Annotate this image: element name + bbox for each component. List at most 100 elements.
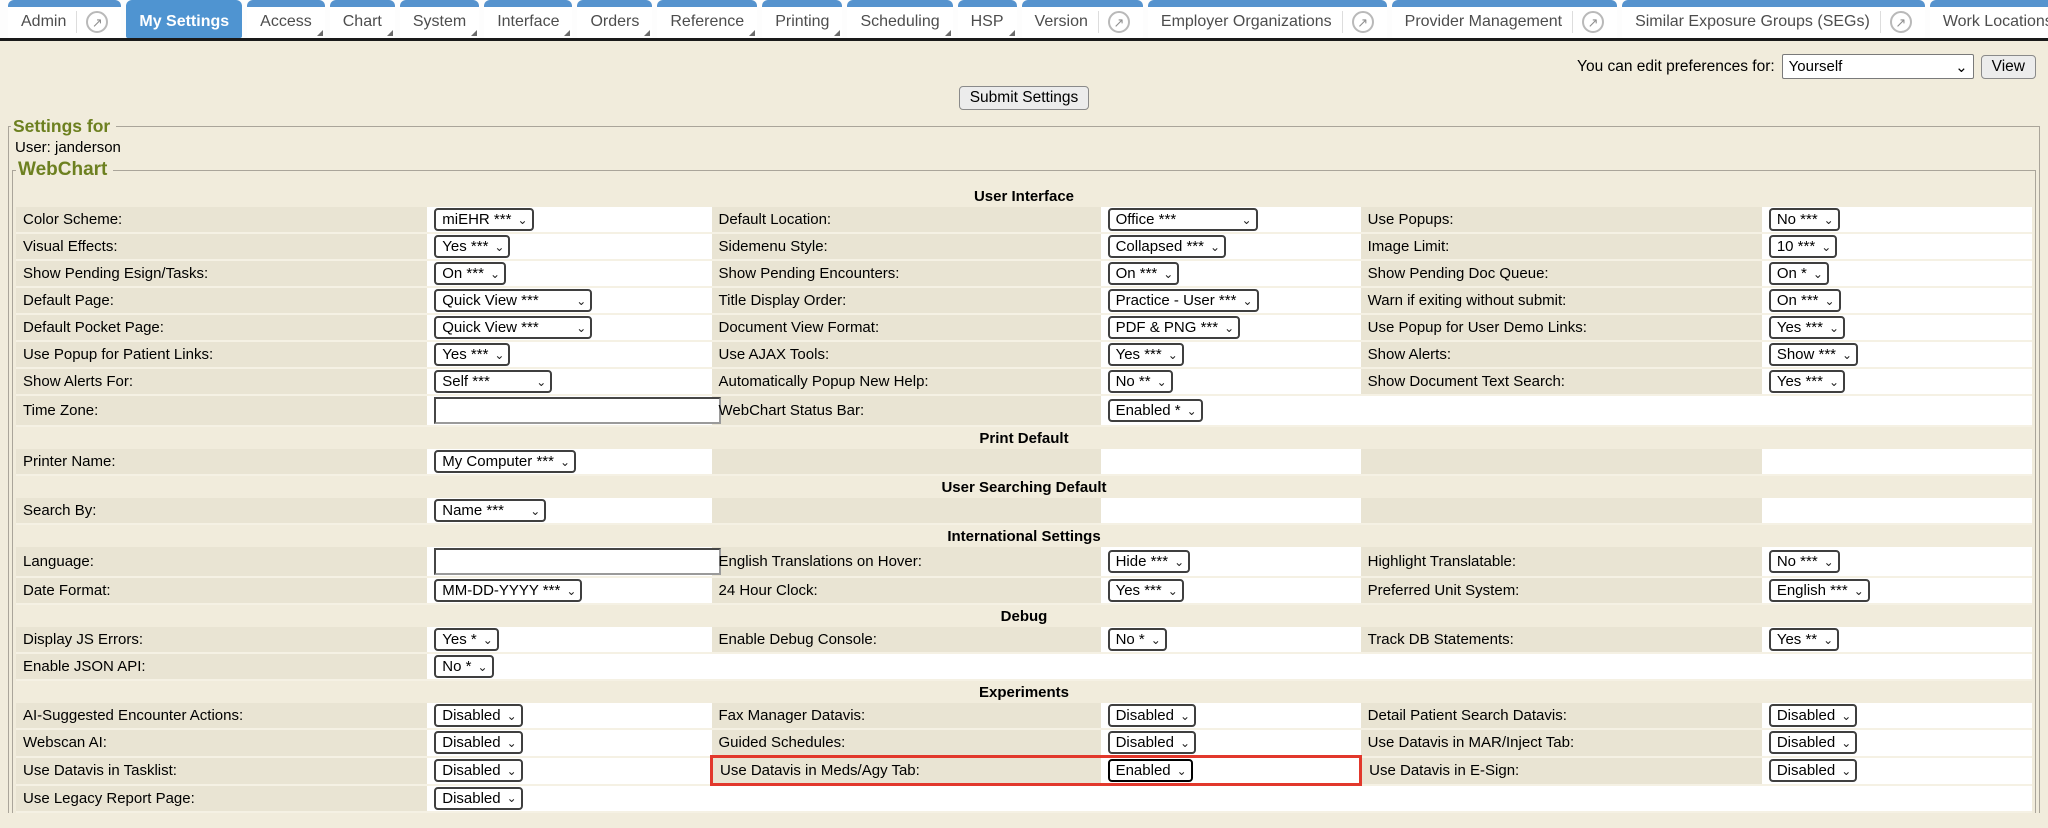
user-line: User: janderson (11, 137, 2037, 159)
time-zone-input[interactable] (434, 397, 721, 424)
tab-access[interactable]: Access (247, 0, 325, 38)
color-scheme-select[interactable]: miEHR ***⌄ (434, 208, 533, 231)
select-value: Yes *** (1116, 346, 1162, 363)
use-popup-for-user-demo-links-select[interactable]: Yes ***⌄ (1769, 316, 1845, 339)
search-by-select[interactable]: Name ***⌄ (434, 499, 546, 522)
tab-employer-organizations[interactable]: Employer Organizations↗ (1148, 0, 1387, 38)
settings-table: User InterfaceColor Scheme:miEHR ***⌄Def… (16, 185, 2032, 813)
control-cell: Practice - User ***⌄ (1101, 287, 1361, 314)
open-popup-icon[interactable]: ↗ (86, 11, 108, 33)
tab-hsp[interactable]: HSP (958, 0, 1017, 38)
detail-patient-search-datavis-select[interactable]: Disabled⌄ (1769, 704, 1857, 727)
use-datavis-in-meds-agy-tab-select[interactable]: Enabled⌄ (1108, 759, 1193, 782)
image-limit-select[interactable]: 10 ***⌄ (1769, 235, 1837, 258)
settings-row: Use Legacy Report Page:Disabled⌄ (16, 785, 2032, 812)
select-value: No ** (1116, 373, 1151, 390)
sidemenu-style-select[interactable]: Collapsed ***⌄ (1108, 235, 1226, 258)
control-cell: Yes ***⌄ (427, 341, 711, 368)
show-pending-esign-tasks-select[interactable]: On ***⌄ (434, 262, 506, 285)
tab-provider-management[interactable]: Provider Management↗ (1392, 0, 1617, 38)
enable-json-api-select[interactable]: No *⌄ (434, 655, 493, 678)
popup-icon-wrap: ↗ (1572, 11, 1604, 33)
chevron-down-icon: ⌄ (566, 584, 576, 598)
use-popups-select[interactable]: No ***⌄ (1769, 208, 1840, 231)
date-format-select[interactable]: MM-DD-YYYY ***⌄ (434, 579, 582, 602)
use-datavis-in-e-sign-select[interactable]: Disabled⌄ (1769, 759, 1857, 782)
control-cell: Disabled⌄ (1762, 757, 2032, 785)
tab-orders[interactable]: Orders (577, 0, 652, 38)
highlight-translatable-select[interactable]: No ***⌄ (1769, 550, 1840, 573)
empty-label-cell (1361, 449, 1762, 475)
use-popup-for-patient-links-label: Use Popup for Patient Links: (16, 341, 427, 368)
tab-admin[interactable]: Admin↗ (8, 0, 121, 38)
preferences-for-select[interactable]: Yourself ⌄ (1782, 54, 1974, 79)
show-pending-encounters-select[interactable]: On ***⌄ (1108, 262, 1180, 285)
default-pocket-page-select[interactable]: Quick View ***⌄ (434, 316, 592, 339)
enable-debug-console-select[interactable]: No *⌄ (1108, 628, 1167, 651)
open-popup-icon[interactable]: ↗ (1108, 11, 1130, 33)
show-pending-doc-queue-select[interactable]: On *⌄ (1769, 262, 1829, 285)
open-popup-icon[interactable]: ↗ (1352, 11, 1374, 33)
use-datavis-in-mar-inject-tab-select[interactable]: Disabled⌄ (1769, 731, 1857, 754)
default-location-label: Default Location: (712, 207, 1101, 233)
guided-schedules-select[interactable]: Disabled⌄ (1108, 731, 1196, 754)
tab-similar-exposure-groups-segs[interactable]: Similar Exposure Groups (SEGs)↗ (1622, 0, 1925, 38)
chevron-down-icon: ⌄ (494, 348, 504, 362)
automatically-popup-new-help-select[interactable]: No **⌄ (1108, 370, 1173, 393)
tab-reference[interactable]: Reference (657, 0, 757, 38)
use-legacy-report-page-select[interactable]: Disabled⌄ (434, 787, 522, 810)
display-js-errors-select[interactable]: Yes *⌄ (434, 628, 499, 651)
tab-interface[interactable]: Interface (484, 0, 572, 38)
tab-label: Chart (343, 13, 382, 31)
title-display-order-select[interactable]: Practice - User ***⌄ (1108, 289, 1259, 312)
use-ajax-tools-select[interactable]: Yes ***⌄ (1108, 343, 1184, 366)
language-input[interactable] (434, 548, 721, 575)
document-view-format-label: Document View Format: (712, 314, 1101, 341)
webchart-status-bar-select[interactable]: Enabled *⌄ (1108, 399, 1203, 422)
select-value: Hide *** (1116, 553, 1169, 570)
chevron-down-icon: ⌄ (1955, 58, 1968, 76)
tab-my-settings[interactable]: My Settings (126, 0, 242, 38)
preferred-unit-system-select[interactable]: English ***⌄ (1769, 579, 1870, 602)
control-cell: Yes ***⌄ (1101, 341, 1361, 368)
default-page-select[interactable]: Quick View ***⌄ (434, 289, 592, 312)
tab-chart[interactable]: Chart (330, 0, 395, 38)
control-cell: Disabled⌄ (427, 757, 711, 785)
tab-system[interactable]: System (400, 0, 479, 38)
ai-suggested-encounter-actions-select[interactable]: Disabled⌄ (434, 704, 522, 727)
show-document-text-search-select[interactable]: Yes ***⌄ (1769, 370, 1845, 393)
open-popup-icon[interactable]: ↗ (1890, 11, 1912, 33)
select-value: Disabled (1116, 734, 1174, 751)
select-value: Disabled (442, 762, 500, 779)
show-alerts-select[interactable]: Show ***⌄ (1769, 343, 1858, 366)
fax-manager-datavis-select[interactable]: Disabled⌄ (1108, 704, 1196, 727)
use-popup-for-patient-links-select[interactable]: Yes ***⌄ (434, 343, 510, 366)
tab-scheduling[interactable]: Scheduling (847, 0, 952, 38)
chevron-down-icon: ⌄ (490, 267, 500, 281)
select-value: PDF & PNG *** (1116, 319, 1219, 336)
use-datavis-in-tasklist-select[interactable]: Disabled⌄ (434, 759, 522, 782)
tab-version[interactable]: Version ↗ (1022, 0, 1143, 38)
show-alerts-for-select[interactable]: Self ***⌄ (434, 370, 552, 393)
warn-if-exiting-without-submit-select[interactable]: On ***⌄ (1769, 289, 1841, 312)
default-location-select[interactable]: Office ***⌄ (1108, 208, 1258, 231)
webscan-ai-select[interactable]: Disabled⌄ (434, 731, 522, 754)
visual-effects-select[interactable]: Yes ***⌄ (434, 235, 510, 258)
control-cell: On ***⌄ (1101, 260, 1361, 287)
document-view-format-select[interactable]: PDF & PNG ***⌄ (1108, 316, 1241, 339)
select-value: On *** (1116, 265, 1158, 282)
tab-label: System (413, 13, 466, 31)
empty-control-cell (1762, 449, 2032, 475)
printer-name-select[interactable]: My Computer ***⌄ (434, 450, 576, 473)
submit-settings-button[interactable]: Submit Settings (959, 86, 1090, 110)
open-popup-icon[interactable]: ↗ (1582, 11, 1604, 33)
track-db-statements-select[interactable]: Yes **⌄ (1769, 628, 1839, 651)
24-hour-clock-select[interactable]: Yes ***⌄ (1108, 579, 1184, 602)
tab-label: Version (1035, 13, 1088, 31)
select-value: Show *** (1777, 346, 1836, 363)
tab-label: Interface (497, 13, 559, 31)
tab-printing[interactable]: Printing (762, 0, 842, 38)
tab-work-locations[interactable]: Work Locations↗ (1930, 0, 2048, 38)
english-translations-on-hover-select[interactable]: Hide ***⌄ (1108, 550, 1191, 573)
view-button[interactable]: View (1981, 55, 2036, 79)
